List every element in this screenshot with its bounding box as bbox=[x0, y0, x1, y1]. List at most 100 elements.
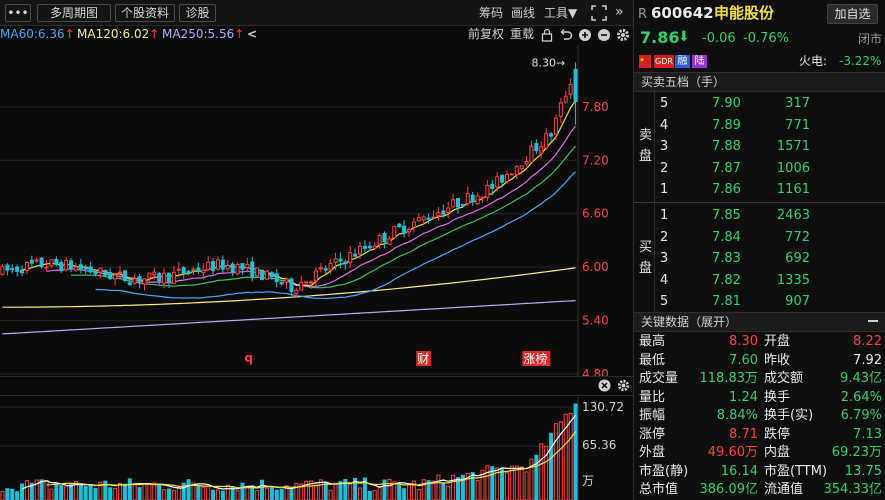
sell-side-label: 盘 bbox=[639, 149, 653, 164]
price-change: -0.06 bbox=[702, 31, 736, 46]
sector-change: -3.22% bbox=[839, 54, 882, 68]
level-price[interactable]: 7.89 bbox=[712, 115, 741, 136]
key-label: 外盘 bbox=[639, 445, 666, 460]
sector-label[interactable]: 火电: bbox=[799, 53, 827, 70]
volume-bar bbox=[215, 489, 220, 500]
candle-body bbox=[406, 228, 412, 233]
level-price[interactable]: 7.87 bbox=[712, 158, 741, 179]
collapse-panel-icon[interactable]: » bbox=[615, 4, 624, 20]
ask-row: 3 7.88 1571 bbox=[634, 136, 885, 157]
candle-body bbox=[294, 289, 299, 294]
key-data-header[interactable]: 关键数据（展开） bbox=[634, 312, 885, 332]
level-price[interactable]: 7.90 bbox=[712, 93, 741, 114]
order-book-header: 买卖五档（手） bbox=[634, 72, 885, 92]
fullscreen-icon[interactable] bbox=[591, 5, 607, 24]
volume-bar bbox=[504, 472, 509, 500]
candle-body bbox=[460, 203, 465, 207]
volume-bar bbox=[539, 443, 544, 500]
key-data-row: 最低 7.60 昨收 7.92 bbox=[634, 352, 885, 370]
key-value: 7.60 bbox=[729, 352, 758, 368]
volume-tick-label: 万 bbox=[582, 474, 594, 488]
china-flag-icon bbox=[639, 55, 651, 68]
zoom-in-icon[interactable] bbox=[578, 28, 592, 45]
key-value: 8.30 bbox=[729, 334, 758, 349]
level-price[interactable]: 7.86 bbox=[712, 179, 741, 200]
key-label: 换手 bbox=[764, 389, 791, 405]
level-number: 1 bbox=[660, 208, 669, 223]
sell-side-label: 卖 bbox=[639, 128, 653, 143]
volume-bar bbox=[93, 488, 98, 500]
volume-bar bbox=[127, 478, 132, 500]
event-tag: q bbox=[244, 351, 253, 365]
candle-body bbox=[122, 270, 127, 281]
key-data-row: 成交量 118.83万 成交额 9.43亿 bbox=[634, 370, 885, 388]
volume-bar bbox=[367, 490, 372, 500]
candle-body bbox=[309, 281, 314, 284]
more-menu-button[interactable]: ••• bbox=[5, 4, 31, 22]
candle-body bbox=[186, 270, 191, 274]
candle-body bbox=[264, 270, 269, 280]
level-price[interactable]: 7.81 bbox=[712, 291, 741, 312]
collapse-icon[interactable] bbox=[868, 320, 878, 322]
volume-bar bbox=[201, 486, 206, 500]
volume-bar bbox=[534, 454, 539, 500]
tools-dropdown[interactable]: 工具▼ bbox=[544, 5, 577, 21]
key-label: 市盈(静) bbox=[639, 463, 689, 479]
candle-body bbox=[416, 216, 421, 222]
order-book-divider bbox=[634, 202, 885, 203]
candle-body bbox=[328, 262, 333, 271]
volume-bar bbox=[186, 479, 191, 500]
volume-bar bbox=[514, 465, 519, 500]
volume-bar bbox=[451, 474, 456, 500]
candle-body bbox=[529, 145, 534, 163]
key-data-table: 最高 8.30 开盘 8.22 最低 7.60 昨收 7.92 成交量 118.83万 成交额 9.4… bbox=[634, 333, 885, 500]
volume-header bbox=[0, 376, 633, 396]
candlestick-chart[interactable]: 7.80 7.20 6.60 6.00 5.40 4.80 8.30→ q 财 涨榜 bbox=[0, 44, 633, 376]
adjust-mode-button[interactable]: 前复权 bbox=[468, 27, 504, 42]
candle-body bbox=[289, 278, 294, 293]
volume-bar bbox=[260, 479, 265, 500]
volume-bar bbox=[269, 487, 274, 500]
chips-button[interactable]: 筹码 bbox=[479, 5, 503, 21]
candle-body bbox=[215, 259, 220, 270]
zoom-out-icon[interactable] bbox=[597, 28, 611, 45]
diagnose-button[interactable]: 诊股 bbox=[179, 4, 216, 22]
ask-row: 5 7.90 317 bbox=[634, 93, 885, 114]
level-price[interactable]: 7.83 bbox=[712, 248, 741, 269]
level-price[interactable]: 7.85 bbox=[712, 205, 741, 226]
order-book: 5 7.90 317 4 7.89 771 3 7.88 1571 2 7.87 1006 1 7.86 1… bbox=[634, 92, 885, 312]
add-watchlist-button[interactable]: 加自选 bbox=[827, 4, 878, 24]
volume-bar bbox=[49, 488, 54, 500]
candle-body bbox=[504, 174, 509, 182]
stock-info-button[interactable]: 个股资料 bbox=[115, 4, 175, 22]
draw-line-button[interactable]: 画线 bbox=[511, 5, 535, 21]
candle-body bbox=[250, 261, 255, 278]
candle-body bbox=[117, 271, 123, 274]
indicator-settings-icon[interactable] bbox=[616, 378, 631, 396]
key-data-title: 关键数据（展开） bbox=[641, 315, 738, 329]
candle-body bbox=[299, 282, 304, 291]
volume-bar bbox=[24, 480, 29, 500]
volume-chart[interactable]: 130.72 65.36 万 bbox=[0, 397, 633, 500]
candle-body bbox=[0, 265, 5, 275]
lock-icon[interactable] bbox=[541, 28, 553, 45]
y-tick-label: 6.00 bbox=[582, 260, 609, 274]
down-arrow-icon: ⬇ bbox=[678, 29, 690, 45]
reload-button[interactable]: 重载 bbox=[510, 27, 534, 42]
candle-body bbox=[470, 194, 475, 203]
undo-icon[interactable] bbox=[559, 28, 573, 45]
level-price[interactable]: 7.84 bbox=[712, 227, 741, 248]
order-book-title: 买卖五档（手） bbox=[641, 75, 726, 89]
close-indicator-icon[interactable] bbox=[598, 379, 611, 395]
level-price[interactable]: 7.82 bbox=[712, 270, 741, 291]
candle-body bbox=[451, 199, 456, 208]
multi-period-button[interactable]: 多周期图 bbox=[37, 4, 111, 22]
candle-body bbox=[475, 195, 480, 205]
candle-body bbox=[147, 272, 152, 279]
volume-bar bbox=[235, 490, 240, 500]
candle-body bbox=[411, 221, 416, 228]
ma30-line bbox=[70, 145, 577, 289]
candle-body bbox=[78, 264, 83, 270]
legend-back-button[interactable]: < bbox=[247, 27, 257, 42]
level-price[interactable]: 7.88 bbox=[712, 136, 741, 157]
